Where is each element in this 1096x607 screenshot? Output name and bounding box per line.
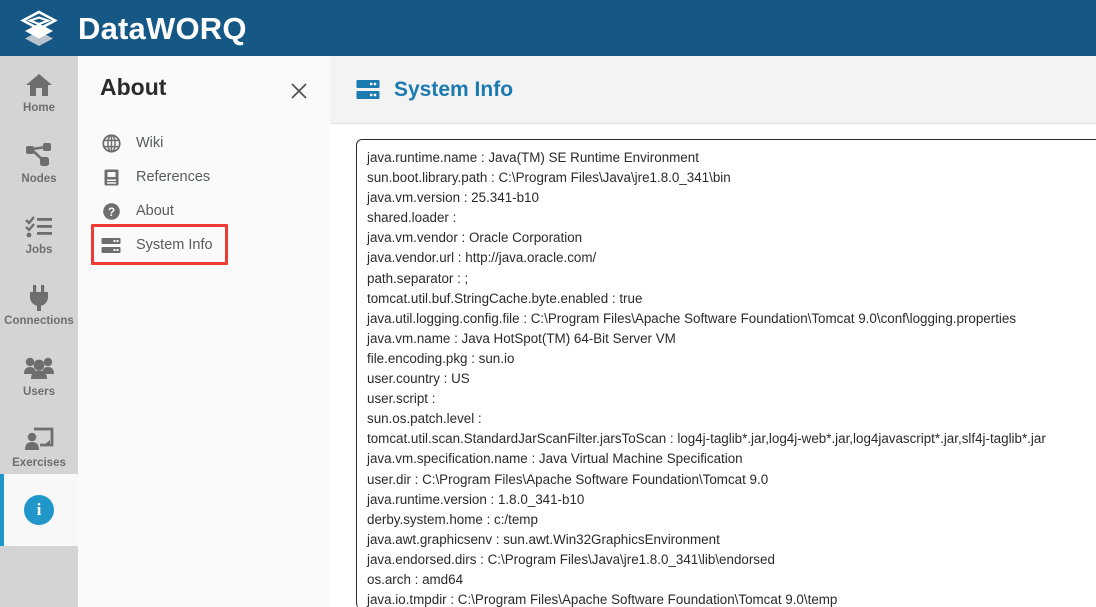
content-body: java.runtime.name : Java(TM) SE Runtime … xyxy=(330,124,1096,607)
checklist-icon xyxy=(25,210,53,240)
menu-item-system-info[interactable]: System Info xyxy=(78,224,330,265)
plug-icon xyxy=(25,281,53,312)
sidebar-info-button[interactable]: i xyxy=(0,474,78,546)
sidebar-bottom-filler xyxy=(0,546,78,607)
about-menu: Wiki References ? About System Info xyxy=(78,118,330,265)
about-panel-title: About xyxy=(100,73,167,100)
sidebar-item-users[interactable]: Users xyxy=(0,340,78,411)
menu-label-system-info: System Info xyxy=(136,236,213,253)
sidebar-label-users: Users xyxy=(23,386,55,399)
home-icon xyxy=(25,68,53,98)
sidebar-item-nodes[interactable]: Nodes xyxy=(0,127,78,198)
sidebar-item-connections[interactable]: Connections xyxy=(0,269,78,340)
main-content: System Info java.runtime.name : Java(TM)… xyxy=(330,56,1096,607)
menu-label-about: About xyxy=(136,202,174,219)
users-group-icon xyxy=(24,352,54,382)
sidebar-label-home: Home xyxy=(23,102,55,115)
content-header: System Info xyxy=(330,56,1096,124)
app-header: DataWORQ xyxy=(0,0,1096,56)
server-rack-icon xyxy=(356,78,380,101)
sidebar-item-exercises[interactable]: Exercises xyxy=(0,411,78,482)
menu-label-references: References xyxy=(136,168,211,185)
application-window: DataWORQ Home Nodes Jobs Connections Use… xyxy=(0,0,1096,607)
about-panel-header: About xyxy=(78,56,330,118)
sidebar-label-connections: Connections xyxy=(4,315,74,328)
sidebar-label-nodes: Nodes xyxy=(21,173,57,186)
menu-item-wiki[interactable]: Wiki xyxy=(78,126,330,160)
app-logo[interactable] xyxy=(0,0,78,56)
presentation-person-icon xyxy=(24,423,54,453)
nodes-network-icon xyxy=(25,139,53,169)
stacked-layers-icon xyxy=(20,10,58,46)
menu-item-about[interactable]: ? About xyxy=(78,194,330,228)
close-icon[interactable] xyxy=(290,82,308,100)
book-icon xyxy=(100,166,122,188)
svg-text:?: ? xyxy=(107,205,114,219)
sidebar-label-exercises: Exercises xyxy=(12,457,66,470)
brand-title: DataWORQ xyxy=(78,10,247,46)
info-circle-icon: i xyxy=(24,495,54,525)
page-title: System Info xyxy=(394,78,514,101)
sidebar-label-jobs: Jobs xyxy=(25,244,53,257)
globe-icon xyxy=(100,132,122,154)
sidebar-item-jobs[interactable]: Jobs xyxy=(0,198,78,269)
server-rack-icon xyxy=(100,234,122,256)
about-panel: About Wiki References ? About System Inf… xyxy=(78,56,330,607)
menu-label-wiki: Wiki xyxy=(136,134,164,151)
question-mark-circle-icon: ? xyxy=(100,200,122,222)
system-info-textarea[interactable]: java.runtime.name : Java(TM) SE Runtime … xyxy=(356,139,1096,607)
sidebar-item-home[interactable]: Home xyxy=(0,56,78,127)
menu-item-references[interactable]: References xyxy=(78,160,330,194)
system-info-text: java.runtime.name : Java(TM) SE Runtime … xyxy=(367,150,1046,607)
